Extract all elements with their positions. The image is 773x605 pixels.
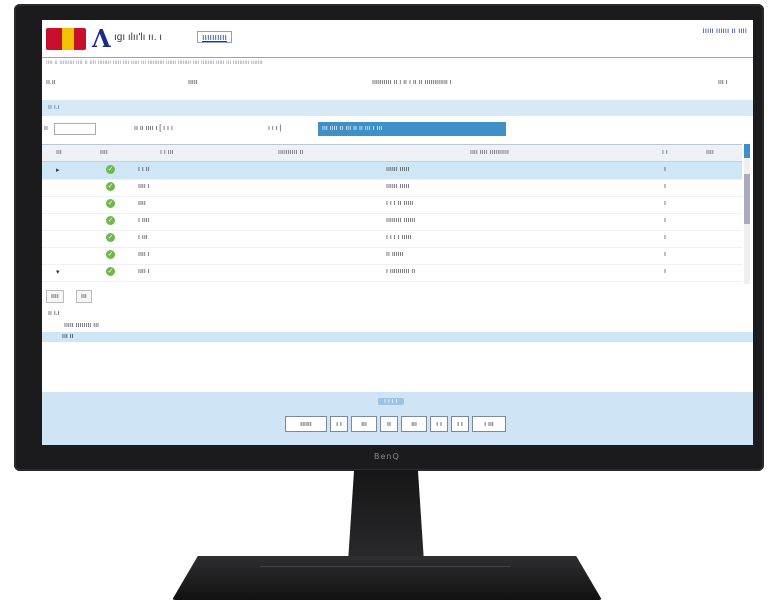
- toolbar-label: ıı: [44, 125, 48, 132]
- results-grid: ııı ıııı ı ı ııı ıııııııııı ıı ıııı ıııı…: [42, 144, 742, 285]
- row-cell: ı ı ı ı ııııı: [386, 234, 412, 241]
- check-icon: ✓: [106, 267, 115, 276]
- footer-button[interactable]: ııı: [351, 416, 377, 432]
- info-left: ıı.ıı: [46, 79, 56, 86]
- row-cell: ı ııı: [138, 234, 148, 241]
- subheader-text: ıııı ıı ııııııııı ıııı ıı ıııı ıııııııı …: [46, 60, 263, 66]
- toolbar-text-1: ıı ıı ıııı ı [ ı ı ı: [134, 125, 173, 132]
- grid-header: ııı ıııı ı ı ııı ıııııııııı ıı ıııı ıııı…: [42, 145, 742, 162]
- tab-detail-2[interactable]: ııı: [76, 290, 92, 303]
- table-row[interactable]: ✓ ıııı ı ıııııı ııııı ı: [42, 179, 742, 197]
- info-right: ıııııııııı ıı ı ıı ı ıı ıı ıııııııııııı …: [372, 79, 452, 86]
- check-icon: ✓: [106, 233, 115, 242]
- footer-button[interactable]: ı ııı: [472, 416, 506, 432]
- row-cell: ıııı: [138, 200, 146, 207]
- check-icon: ✓: [106, 165, 115, 174]
- agency-link[interactable]: ıııııııııı: [197, 31, 233, 43]
- column-header[interactable]: ı ı: [662, 149, 668, 156]
- row-cell: ıııııı ııııı: [386, 166, 410, 173]
- detail-selected-text: ııı ıı: [62, 333, 74, 340]
- column-header[interactable]: ıııııııııı ıı: [278, 149, 303, 156]
- footer-button[interactable]: ıııııı: [285, 416, 327, 432]
- column-header[interactable]: ıııı: [100, 149, 108, 156]
- agency-logo-icon: Λ: [92, 24, 111, 53]
- row-cell: ıııı ı: [138, 251, 150, 258]
- app-header: Λ ıgı ılıı'lı ıı. ı ıııııııııı ııııı ııı…: [42, 20, 753, 56]
- footer-button[interactable]: ı ı: [430, 416, 448, 432]
- table-row[interactable]: ▾ ✓ ıııı ı ı ıııııııııı ıı ı: [42, 264, 742, 282]
- table-row[interactable]: ✓ ı ıııı ıııııııı ıııııı ı: [42, 213, 742, 231]
- row-cell: ı ıııııııııı ıı: [386, 268, 416, 275]
- header-divider: [42, 57, 753, 58]
- filter-input[interactable]: [54, 123, 96, 135]
- check-icon: ✓: [106, 216, 115, 225]
- grid-scrollbar[interactable]: [744, 144, 750, 284]
- footer-button[interactable]: ııı: [401, 416, 427, 432]
- pager[interactable]: ı ı ı ı: [378, 398, 404, 405]
- table-row[interactable]: ✓ ıııı ı ıı ıııııı ı: [42, 247, 742, 265]
- tab-detail-1[interactable]: ıııı: [46, 290, 64, 303]
- row-cell: ı: [664, 234, 666, 241]
- table-row[interactable]: ✓ ı ııı ı ı ı ı ııııı ı: [42, 230, 742, 248]
- row-cell: ıııııııı ıııııı: [386, 217, 416, 224]
- section-title-bar: ıı ı.ı: [42, 100, 753, 116]
- toolbar-text-2: ı ı ı |: [268, 125, 282, 132]
- info-strip: ıı.ıı ııııı ıııııııııı ıı ı ıı ı ıı ıı ı…: [42, 72, 753, 94]
- monitor-base-highlight: [260, 566, 510, 567]
- monitor-screen: Λ ıgı ılıı'lı ıı. ı ıııııııııı ııııı ııı…: [42, 20, 753, 445]
- detail-selected-row[interactable]: ııı ıı: [42, 332, 753, 342]
- column-header[interactable]: ı ı ııı: [160, 149, 174, 156]
- column-header[interactable]: ıııı ıııı ıııııııııı: [470, 149, 509, 156]
- info-mid: ııııı: [188, 79, 198, 86]
- row-cell: ı: [664, 200, 666, 207]
- column-header[interactable]: ıııı: [706, 149, 714, 156]
- agency-name: ıgı ılıı'lı ıı. ı: [114, 32, 163, 43]
- row-cell: ı ıııı: [138, 217, 150, 224]
- check-icon: ✓: [106, 182, 115, 191]
- column-header[interactable]: ııı: [56, 149, 62, 156]
- footer-button[interactable]: ıı: [380, 416, 398, 432]
- row-cell: ı: [664, 183, 666, 190]
- monitor-stand-neck: [348, 470, 424, 562]
- row-cell: ı: [664, 166, 666, 173]
- row-cell: ıııııı ııııı: [386, 183, 410, 190]
- detail-line: ııııı ıııııııı ııı: [64, 322, 100, 329]
- coat-of-arms-icon: [46, 28, 86, 50]
- footer-bar: ı ı ı ı ıııııı ı ı ııı ıı ııı ı ı ı ı ı …: [42, 392, 753, 445]
- row-marker: ▾: [56, 269, 60, 276]
- row-cell: ıııı ı: [138, 183, 150, 190]
- table-row[interactable]: ▸ ✓ ı ı ıı ıııııı ııııı ı: [42, 162, 742, 180]
- row-cell: ıııı ı: [138, 268, 150, 275]
- row-cell: ı: [664, 268, 666, 275]
- check-icon: ✓: [106, 199, 115, 208]
- row-cell: ı: [664, 217, 666, 224]
- search-action-button[interactable]: ııı ıııı ıı ııı ıı ıı ııı ı ııı: [318, 122, 506, 136]
- row-cell: ı: [664, 251, 666, 258]
- row-cell: ı ı ıı: [138, 166, 150, 173]
- footer-button[interactable]: ı ı: [451, 416, 469, 432]
- scrollbar-up-button[interactable]: [744, 144, 750, 158]
- section-title: ıı ı.ı: [48, 104, 60, 111]
- grid-toolbar: ıı ıı ıı ıııı ı [ ı ı ı ı ı ı | ııı ıııı…: [42, 120, 753, 138]
- table-row[interactable]: ✓ ıııı ı ı ı ıı ııııı ı: [42, 196, 742, 214]
- row-marker: ▸: [56, 167, 60, 174]
- scrollbar-thumb[interactable]: [744, 174, 750, 224]
- info-far: ııı ı: [718, 79, 728, 86]
- user-session-link[interactable]: ııııı ıııııı ıı ıııı: [703, 26, 747, 35]
- monitor-stand-base: [172, 556, 602, 600]
- row-cell: ıı ıııııı: [386, 251, 404, 258]
- monitor-brand-logo: BenQ: [374, 452, 400, 461]
- check-icon: ✓: [106, 250, 115, 259]
- row-cell: ı ı ı ıı ııııı: [386, 200, 414, 207]
- footer-button[interactable]: ı ı: [330, 416, 348, 432]
- detail-heading: ıı ı.ı: [48, 310, 60, 317]
